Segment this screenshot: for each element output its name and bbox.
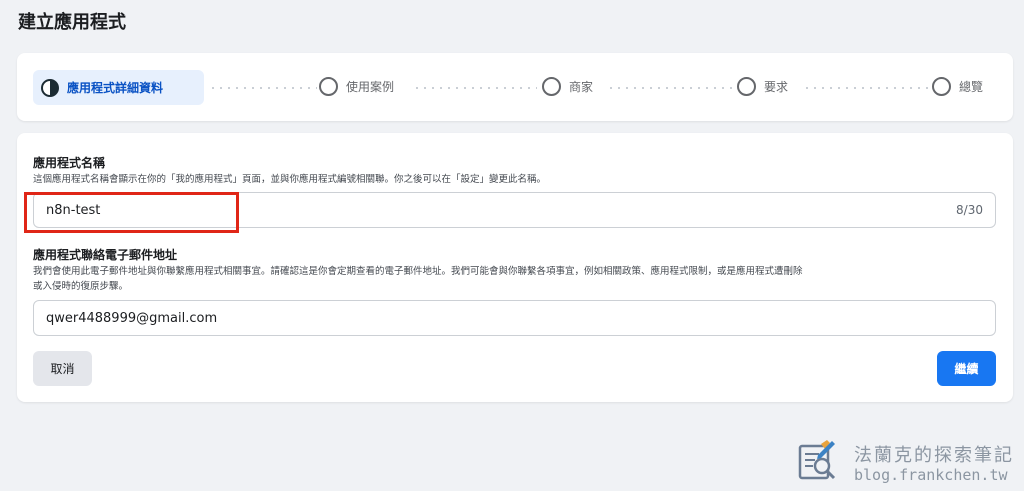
step-connector <box>607 87 733 89</box>
step-connector <box>413 87 537 89</box>
step-label: 商家 <box>569 80 594 94</box>
step-label: 要求 <box>764 80 789 94</box>
step-overview[interactable]: 總覽 <box>932 77 983 96</box>
step-label: 使用案例 <box>346 80 395 94</box>
half-circle-icon <box>41 78 59 97</box>
watermark-name: 法蘭克的探索筆記 <box>854 445 1014 466</box>
step-use-case[interactable]: 使用案例 <box>319 77 394 96</box>
step-label: 總覽 <box>959 80 984 94</box>
step-label: 應用程式詳細資料 <box>67 81 164 95</box>
step-connector <box>209 87 317 89</box>
page-title: 建立應用程式 <box>18 12 126 33</box>
circle-icon <box>737 77 756 96</box>
contact-email-title: 應用程式聯絡電子郵件地址 <box>33 248 178 262</box>
stepper: 應用程式詳細資料 使用案例 商家 要求 總覽 <box>17 53 1013 121</box>
blog-logo-icon <box>798 440 836 480</box>
cancel-button[interactable]: 取消 <box>33 351 92 386</box>
step-connector <box>803 87 929 89</box>
contact-email-input[interactable]: qwer4488999@gmail.com <box>33 300 996 336</box>
step-app-details[interactable]: 應用程式詳細資料 <box>33 70 204 105</box>
app-name-description: 這個應用程式名稱會顯示在你的「我的應用程式」頁面，並與你應用程式編號相關聯。你之… <box>33 174 547 185</box>
app-details-form: 應用程式名稱 這個應用程式名稱會顯示在你的「我的應用程式」頁面，並與你應用程式編… <box>17 133 1013 402</box>
contact-email-value: qwer4488999@gmail.com <box>46 310 218 326</box>
watermark-url: blog.frankchen.tw <box>854 466 1008 484</box>
circle-icon <box>319 77 338 96</box>
contact-email-description-line2: 或入侵時的復原步驟。 <box>33 281 129 292</box>
step-business[interactable]: 商家 <box>542 77 593 96</box>
step-requirements[interactable]: 要求 <box>737 77 788 96</box>
app-name-title: 應用程式名稱 <box>33 156 106 170</box>
highlight-annotation <box>24 192 239 233</box>
contact-email-description-line1: 我們會使用此電子郵件地址與你聯繫應用程式相關事宜。請確認這是你會定期查看的電子郵… <box>33 266 803 277</box>
circle-icon <box>932 77 951 96</box>
circle-icon <box>542 77 561 96</box>
continue-button[interactable]: 繼續 <box>937 351 996 386</box>
char-counter: 8/30 <box>956 203 983 217</box>
